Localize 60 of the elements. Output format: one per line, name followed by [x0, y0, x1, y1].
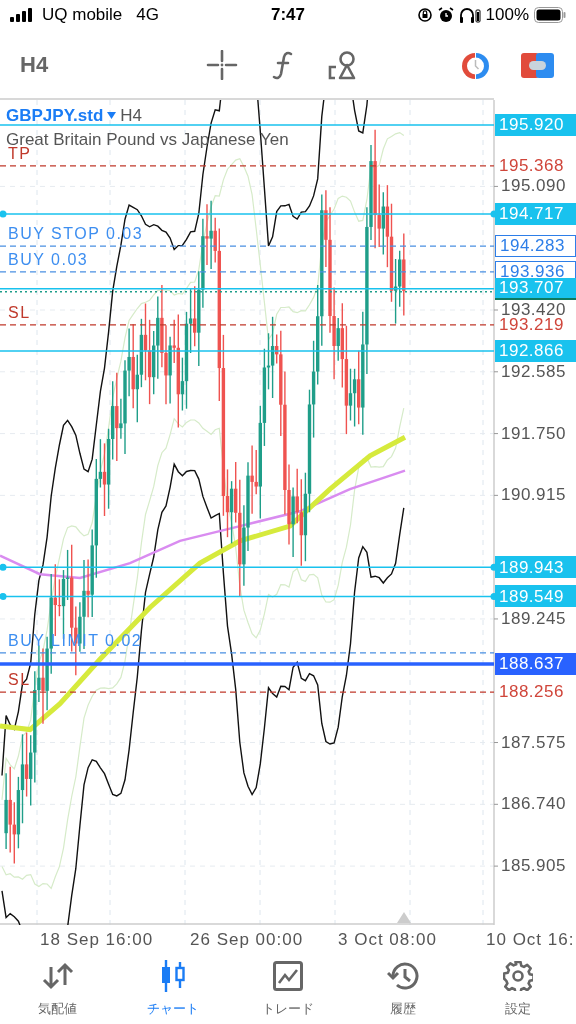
- symbol-selector[interactable]: GBPJPY.std: [6, 103, 104, 129]
- alarm-icon: [437, 7, 454, 23]
- price-tick-label: 191.750: [501, 423, 566, 444]
- rotation-lock-icon: [416, 7, 433, 23]
- dropdown-caret-icon[interactable]: [107, 112, 117, 120]
- price-level-line[interactable]: [0, 324, 495, 326]
- price-tick-label: 185.905: [501, 856, 566, 877]
- candlestick-icon: [159, 960, 186, 992]
- network-type: 4G: [136, 4, 159, 27]
- tab-bar-item[interactable]: 設定: [460, 959, 576, 1019]
- tab-bar-item[interactable]: 履歴: [345, 959, 461, 1019]
- tab-bar-item[interactable]: トレード: [230, 959, 346, 1019]
- price-level-line[interactable]: [0, 652, 495, 654]
- price-tick-label: 195.090: [501, 176, 566, 197]
- price-tick-label: 193.420: [501, 300, 566, 319]
- crosshair-icon[interactable]: [206, 50, 238, 80]
- price-tag: 189.549: [495, 585, 576, 608]
- price-tag: 188.256: [495, 681, 576, 704]
- price-tag: 193.707: [495, 277, 576, 300]
- price-tick-label: 192.585: [501, 361, 566, 382]
- clock-icon[interactable]: [460, 51, 491, 81]
- time-label: 26 Sep 00:00: [190, 929, 304, 951]
- scroll-marker-icon[interactable]: [397, 912, 411, 923]
- price-level-line[interactable]: [0, 165, 495, 167]
- price-tag: 194.717: [495, 203, 576, 225]
- price-tag: 195.920: [495, 114, 576, 136]
- arrows-icon: [40, 961, 75, 991]
- chart-timeframe: H4: [120, 105, 143, 127]
- headphones-icon: [458, 7, 481, 23]
- price-tick-label: 190.915: [501, 485, 566, 506]
- price-tick-label: 187.575: [501, 732, 566, 753]
- battery-percent: 100%: [485, 4, 529, 27]
- toggle-icon[interactable]: [521, 52, 554, 79]
- price-tick-label: 186.740: [501, 794, 566, 815]
- clock-time: 7:47: [271, 4, 305, 27]
- time-label: 10 Oct 16:: [486, 929, 575, 951]
- tab-bar-item[interactable]: 気配値: [0, 959, 116, 1019]
- settings-icon: [503, 961, 534, 991]
- price-tag: 195.368: [495, 154, 576, 177]
- order-label: SL: [8, 303, 31, 322]
- price-tag: 188.637: [495, 652, 576, 675]
- history-icon: [387, 961, 420, 991]
- price-tag: 192.866: [495, 340, 576, 362]
- price-tick-label: 189.245: [501, 608, 566, 629]
- line-chart-icon: [273, 961, 303, 991]
- shapes-icon[interactable]: [328, 50, 358, 80]
- order-label: TP: [8, 144, 32, 163]
- battery-icon: [534, 7, 566, 23]
- timeframe-button[interactable]: H4: [20, 47, 49, 81]
- order-label: BUY 0.03: [8, 250, 89, 269]
- price-tag: 189.943: [495, 556, 576, 579]
- tab-bar-item[interactable]: チャート: [115, 959, 231, 1019]
- time-label: 18 Sep 16:00: [40, 929, 154, 951]
- price-level-line[interactable]: [0, 271, 495, 273]
- carrier-name: UQ mobile: [42, 4, 123, 27]
- price-level-line[interactable]: [0, 245, 495, 247]
- price-level-line[interactable]: [0, 691, 495, 693]
- time-label: 3 Oct 08:00: [338, 929, 437, 951]
- function-icon[interactable]: [272, 50, 294, 80]
- price-tag: 194.283: [495, 235, 576, 258]
